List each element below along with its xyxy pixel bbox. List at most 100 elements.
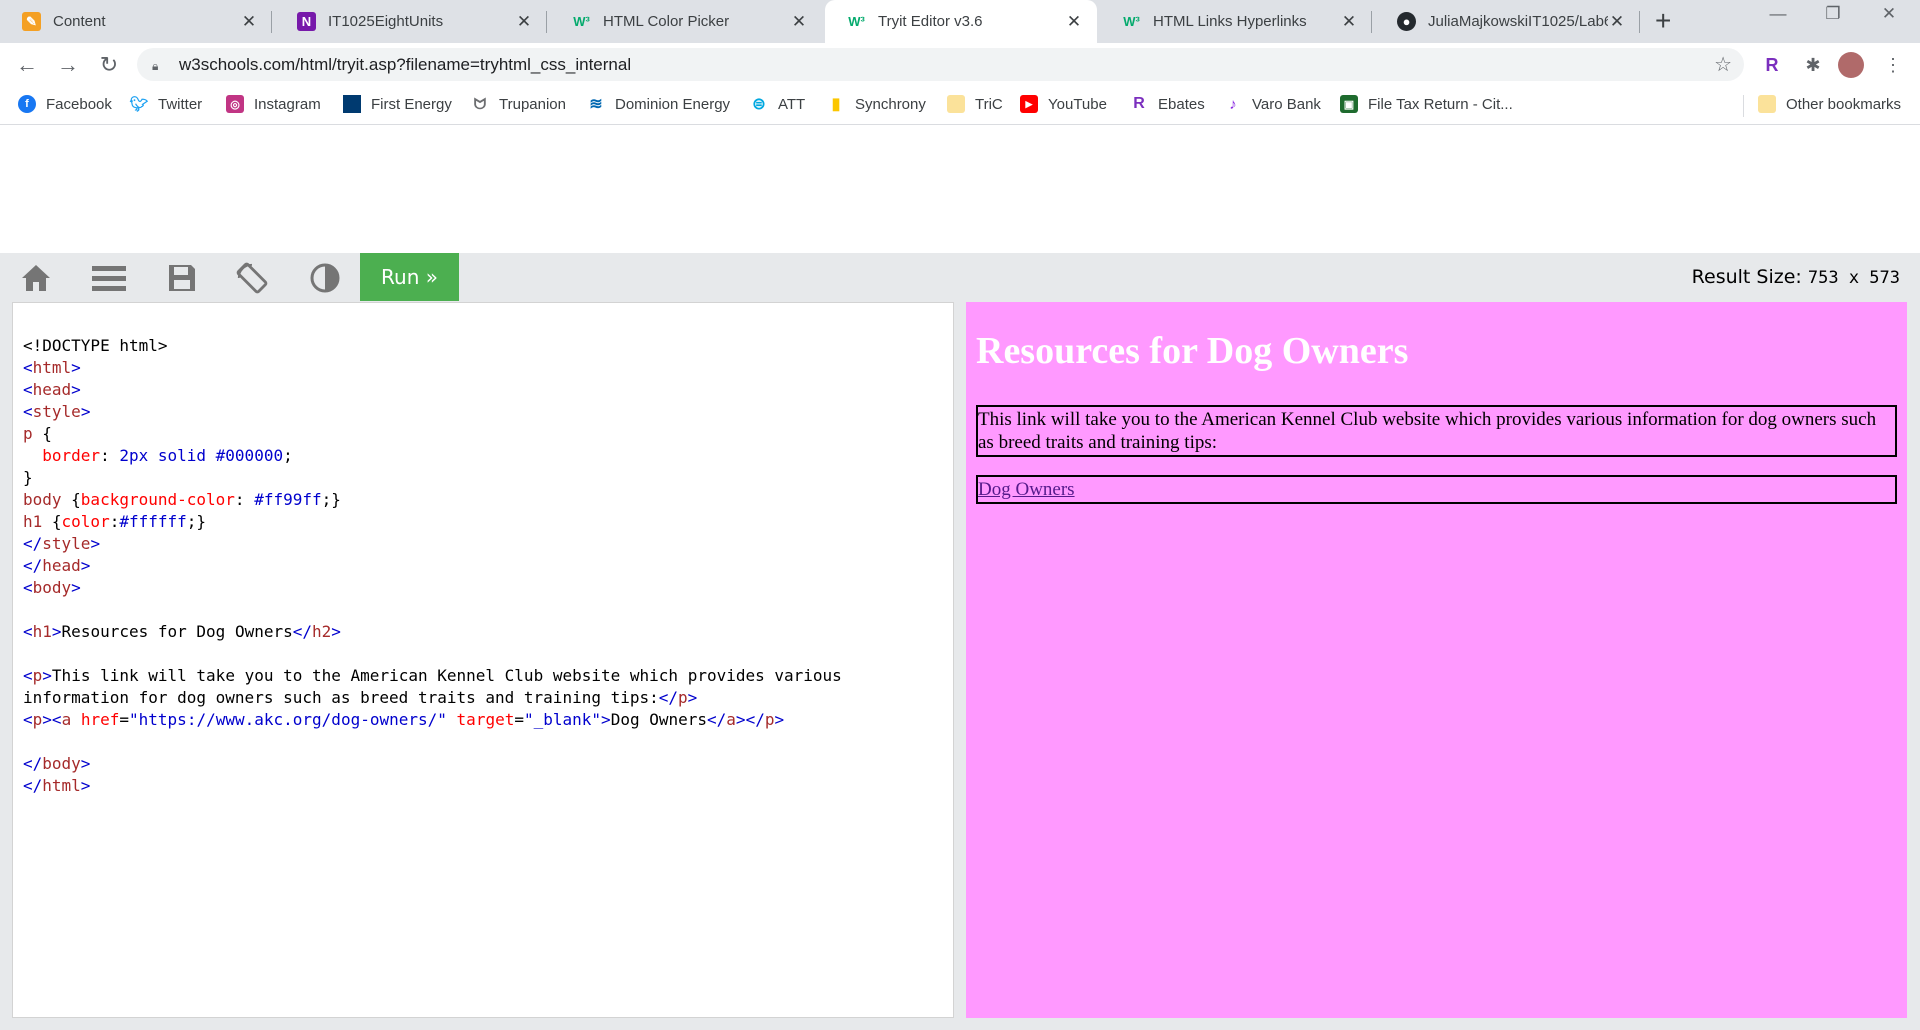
address-bar[interactable]: 🔒︎ w3schools.com/html/tryit.asp?filename… (137, 48, 1744, 81)
bookmark-dominion-energy[interactable]: ≋ Dominion Energy (587, 95, 731, 114)
folder-icon (1758, 95, 1776, 113)
result-pane: Resources for Dog Owners This link will … (966, 302, 1907, 1018)
bookmark-first-energy[interactable]: First Energy (343, 95, 452, 113)
bookmark-label: YouTube (1048, 95, 1107, 113)
reload-button[interactable]: ↻ (93, 49, 125, 81)
code-line: <h1>Resources for Dog Owners</h2> (23, 622, 341, 641)
firstenergy-icon (343, 95, 361, 113)
w3schools-icon: W³ (848, 14, 865, 29)
close-icon[interactable]: ✕ (1340, 12, 1358, 32)
result-size-value: 753 x 573 (1807, 268, 1900, 288)
restore-button[interactable]: ❐ (1820, 4, 1846, 24)
bookmark-twitter[interactable]: 🐦︎ Twitter (129, 95, 202, 114)
bookmark-file-tax-return[interactable]: ▣ File Tax Return - Cit... (1340, 95, 1513, 113)
code-line: <html> (23, 358, 81, 377)
tryit-toolbar: Run » Result Size: 753 x 573 (0, 253, 1920, 301)
bookmark-youtube[interactable]: ▶ YouTube (1020, 95, 1107, 113)
window-close-button[interactable]: ✕ (1876, 4, 1902, 24)
code-line: <p><a href="https://www.akc.org/dog-owne… (23, 710, 785, 729)
bookmark-att[interactable]: ⊜ ATT (750, 95, 805, 114)
bookmark-trupanion[interactable]: ᗢ Trupanion (471, 95, 566, 113)
result-size-label: Result Size: (1691, 266, 1802, 288)
tab-github[interactable]: ● JuliaMajkowskiIT1025/Lab6 a ✕ (1375, 0, 1640, 43)
bookmark-facebook[interactable]: f Facebook (18, 95, 112, 113)
code-line: body {background-color: #ff99ff;} (23, 490, 341, 509)
close-icon[interactable]: ✕ (1065, 12, 1083, 32)
save-icon[interactable] (165, 261, 199, 295)
bookmark-instagram[interactable]: ◎ Instagram (226, 95, 321, 113)
home-icon[interactable] (19, 261, 53, 295)
w3schools-icon: W³ (1123, 14, 1140, 29)
bookmark-varo-bank[interactable]: ♪ Varo Bank (1224, 95, 1321, 113)
tab-title: HTML Links Hyperlinks (1153, 13, 1307, 30)
code-line: <!DOCTYPE html> (23, 336, 168, 355)
code-line: </html> (23, 776, 91, 795)
code-line: information for dog owners such as breed… (23, 688, 698, 707)
rotate-orientation-icon[interactable] (235, 261, 269, 295)
tab-separator (1639, 11, 1640, 33)
dominion-icon: ≋ (589, 96, 603, 113)
tab-title: Tryit Editor v3.6 (878, 13, 983, 30)
tab-html-links[interactable]: W³ HTML Links Hyperlinks ✕ (1100, 0, 1372, 43)
address-url: w3schools.com/html/tryit.asp?filename=tr… (179, 54, 632, 74)
bookmark-label: First Energy (371, 95, 452, 113)
bookmark-tric[interactable]: TriC (947, 95, 1003, 113)
code-line: } (23, 468, 33, 487)
menu-icon[interactable] (92, 261, 126, 295)
folder-icon (947, 95, 965, 113)
code-line: <style> (23, 402, 91, 421)
bookmark-label: Instagram (254, 95, 321, 113)
tab-separator (546, 11, 547, 33)
result-size: Result Size: 753 x 573 (1692, 266, 1900, 288)
minimize-button[interactable]: — (1765, 4, 1791, 24)
bookmark-synchrony[interactable]: ▮ Synchrony (827, 95, 926, 114)
new-tab-button[interactable]: + (1655, 6, 1671, 36)
tab-html-color-picker[interactable]: W³ HTML Color Picker ✕ (550, 0, 822, 43)
tab-title: JuliaMajkowskiIT1025/Lab6 a (1428, 13, 1608, 30)
back-button[interactable]: ← (11, 49, 43, 81)
code-line: </body> (23, 754, 91, 773)
bookmark-star-icon[interactable]: ☆ (1714, 52, 1732, 77)
close-icon[interactable]: ✕ (1608, 12, 1626, 32)
ebates-extension-icon[interactable]: R (1759, 52, 1785, 78)
github-icon: ● (1397, 12, 1416, 31)
close-icon[interactable]: ✕ (240, 12, 258, 32)
bookmark-ebates[interactable]: R Ebates (1130, 95, 1204, 113)
bookmark-label: TriC (975, 95, 1003, 113)
forward-button[interactable]: → (52, 49, 84, 81)
code-line: <head> (23, 380, 81, 399)
bookmark-label: File Tax Return - Cit... (1368, 95, 1513, 113)
extensions-puzzle-icon[interactable]: ✱ (1800, 52, 1826, 78)
tab-title: Content (53, 13, 106, 30)
close-icon[interactable]: ✕ (515, 12, 533, 32)
bookmark-label: Dominion Energy (615, 95, 731, 113)
youtube-icon: ▶ (1020, 95, 1038, 113)
bookmark-other[interactable]: Other bookmarks (1758, 95, 1901, 113)
bookmark-label: Facebook (46, 95, 112, 113)
pencil-icon: ✎ (22, 12, 41, 31)
close-icon[interactable]: ✕ (790, 12, 808, 32)
code-line: h1 {color:#ffffff;} (23, 512, 207, 531)
tab-title: IT1025EightUnits (328, 13, 444, 30)
tab-it1025eightunits[interactable]: N IT1025EightUnits ✕ (275, 0, 547, 43)
contrast-theme-icon[interactable] (308, 261, 342, 295)
tab-content[interactable]: ✎ Content ✕ (0, 0, 272, 43)
result-heading: Resources for Dog Owners (976, 330, 1409, 372)
bookmark-label: Synchrony (855, 95, 926, 113)
code-line: p { (23, 424, 52, 443)
browser-toolbar: ← → ↻ 🔒︎ w3schools.com/html/tryit.asp?fi… (0, 43, 1920, 86)
synchrony-icon: ▮ (831, 96, 841, 113)
menu-kebab-icon[interactable]: ⋮ (1880, 52, 1906, 78)
code-editor[interactable]: <!DOCTYPE html> <html> <head> <style> p { bo… (12, 302, 954, 1018)
run-button[interactable]: Run » (360, 253, 459, 301)
instagram-icon: ◎ (226, 95, 244, 113)
w3schools-icon: W³ (573, 14, 590, 29)
tab-tryit-editor[interactable]: W³ Tryit Editor v3.6 ✕ (825, 0, 1097, 43)
tab-strip: ✎ Content ✕ N IT1025EightUnits ✕ W³ HTML… (0, 0, 1920, 43)
twitter-icon: 🐦︎ (129, 96, 149, 113)
dog-owners-link[interactable]: Dog Owners (978, 479, 1075, 500)
avatar[interactable] (1838, 52, 1864, 78)
result-paragraph: This link will take you to the American … (976, 405, 1897, 457)
trupanion-icon: ᗢ (473, 95, 487, 113)
